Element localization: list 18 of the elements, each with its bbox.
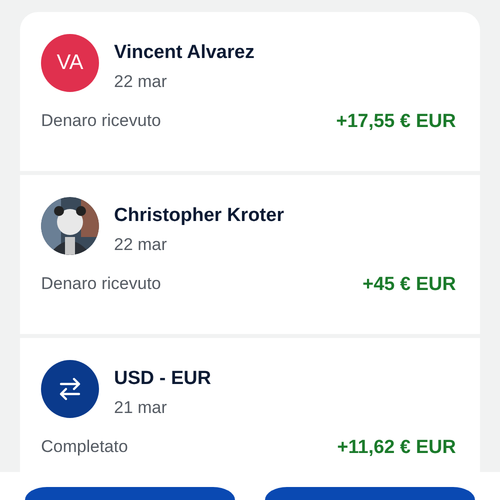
action-button[interactable] bbox=[265, 487, 475, 500]
transaction-amount: +11,62 € EUR bbox=[337, 437, 456, 459]
contact-name: USD - EUR bbox=[114, 368, 212, 390]
transaction-amount: +45 € EUR bbox=[362, 274, 456, 296]
contact-name: Christopher Kroter bbox=[114, 205, 284, 227]
transaction-card[interactable]: VA Vincent Alvarez 22 mar Denaro ricevuto +17,55 € EUR bbox=[20, 12, 480, 171]
transaction-status: Denaro ricevuto bbox=[41, 111, 162, 132]
action-button[interactable] bbox=[25, 487, 235, 500]
contact-name: Vincent Alvarez bbox=[114, 42, 254, 64]
transaction-status: Completato bbox=[41, 437, 128, 458]
transaction-status: Denaro ricevuto bbox=[41, 274, 162, 295]
transaction-date: 22 mar bbox=[114, 72, 168, 92]
transaction-card[interactable]: USD - EUR 21 mar Completato +11,62 € EUR bbox=[20, 338, 480, 472]
transaction-card[interactable]: Christopher Kroter 22 mar Denaro ricevuto +45 € EUR bbox=[20, 175, 480, 334]
avatar-initials: VA bbox=[41, 34, 99, 92]
transaction-amount: +17,55 € EUR bbox=[336, 111, 456, 133]
transaction-date: 21 mar bbox=[114, 398, 168, 418]
transaction-date: 22 mar bbox=[114, 235, 168, 255]
